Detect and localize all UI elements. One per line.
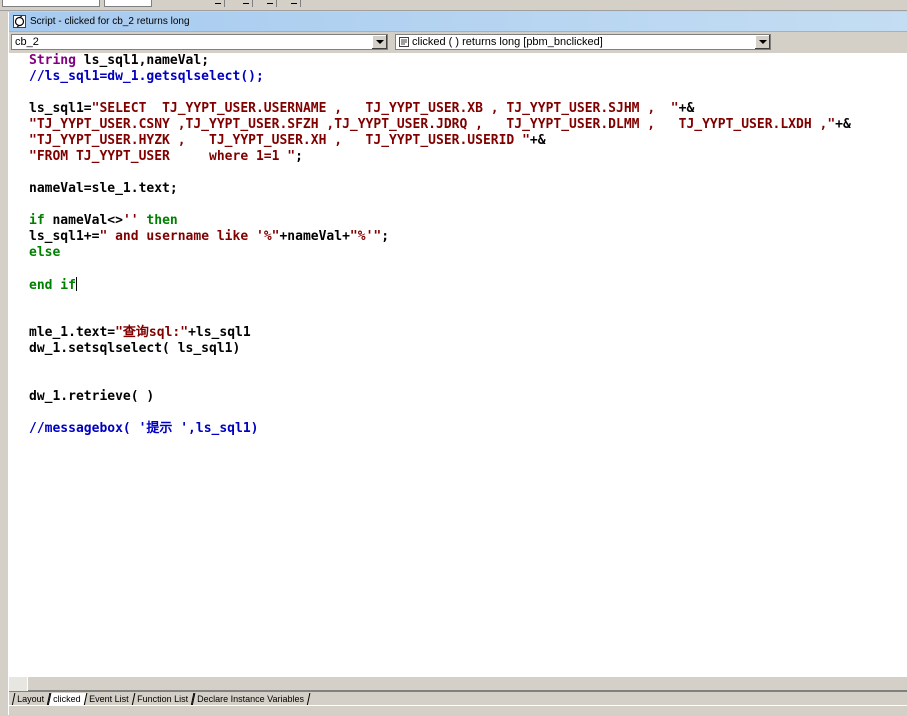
code-line[interactable]: end if: [29, 277, 851, 293]
code-line[interactable]: //ls_sql1=dw_1.getsqlselect();: [29, 69, 851, 85]
script-window: Script - clicked for cb_2 returns long c…: [8, 12, 907, 716]
code-token: //messagebox( '提示 ',ls_sql1): [29, 421, 259, 436]
code-line[interactable]: [29, 357, 851, 373]
code-line[interactable]: //messagebox( '提示 ',ls_sql1): [29, 421, 851, 437]
code-line[interactable]: "TJ_YYPT_USER.HYZK , TJ_YYPT_USER.XH , T…: [29, 133, 851, 149]
toolbar-button-2[interactable]: [240, 0, 253, 7]
scrollbar-thumb[interactable]: [27, 677, 907, 691]
event-icon: [399, 37, 409, 47]
code-token: ls_sql1+=: [29, 229, 100, 244]
code-token: "查询sql:": [115, 325, 189, 340]
code-token: end if: [29, 278, 76, 293]
code-token: "%'": [349, 229, 382, 244]
code-token: nameVal=sle_1.text;: [29, 181, 178, 196]
code-line[interactable]: [29, 405, 851, 421]
code-line[interactable]: [29, 309, 851, 325]
top-toolbar: [0, 0, 907, 11]
code-token: then: [146, 213, 178, 228]
code-token: "TJ_YYPT_USER.CSNY ,TJ_YYPT_USER.SFZH ,T…: [29, 117, 836, 132]
code-token: else: [29, 245, 61, 260]
script-tabs: Layout clicked Event List Function List Decl…: [9, 691, 907, 706]
code-token: if: [29, 213, 45, 228]
code-token: "TJ_YYPT_USER.HYZK , TJ_YYPT_USER.XH , T…: [29, 133, 530, 148]
code-token: ls_sql1=: [29, 101, 92, 116]
code-token: ;: [381, 229, 390, 244]
code-editor[interactable]: String ls_sql1,nameVal;//ls_sql1=dw_1.ge…: [9, 53, 907, 677]
code-line[interactable]: [29, 165, 851, 181]
tab-label: clicked: [53, 694, 81, 704]
code-token: '': [122, 213, 139, 228]
code-line[interactable]: [29, 293, 851, 309]
code-line[interactable]: [29, 85, 851, 101]
code-token: +&: [678, 101, 695, 116]
code-token: +&: [835, 117, 851, 132]
code-token: String: [29, 53, 76, 68]
toolbar-button-3[interactable]: [264, 0, 277, 7]
code-token: dw_1.setsqlselect( ls_sql1): [29, 341, 241, 356]
code-token: " and username like '%": [99, 229, 280, 244]
code-token: +ls_sql1: [188, 325, 251, 340]
code-line[interactable]: String ls_sql1,nameVal;: [29, 53, 851, 69]
status-bar: [9, 705, 907, 716]
code-line[interactable]: dw_1.retrieve( ): [29, 389, 851, 405]
code-line[interactable]: "TJ_YYPT_USER.CSNY ,TJ_YYPT_USER.SFZH ,T…: [29, 117, 851, 133]
code-line[interactable]: [29, 373, 851, 389]
object-selector[interactable]: cb_2: [11, 34, 388, 50]
object-selector-value: cb_2: [15, 36, 39, 48]
code-token: +&: [529, 133, 546, 148]
toolbar-button-4[interactable]: [288, 0, 301, 7]
event-selector-value: clicked ( ) returns long [pbm_bnclicked]: [412, 36, 603, 48]
code-line[interactable]: ls_sql1="SELECT TJ_YYPT_USER.USERNAME , …: [29, 101, 851, 117]
code-token: mle_1.text=: [29, 325, 116, 340]
code-line[interactable]: "FROM TJ_YYPT_USER where 1=1 ";: [29, 149, 851, 165]
code-text[interactable]: String ls_sql1,nameVal;//ls_sql1=dw_1.ge…: [29, 53, 851, 437]
code-token: //ls_sql1=dw_1.getsqlselect();: [29, 69, 264, 84]
code-token: +nameVal+: [279, 229, 350, 244]
toolbar-field-mid[interactable]: [104, 0, 152, 7]
code-token: "SELECT TJ_YYPT_USER.USERNAME , TJ_YYPT_…: [91, 101, 679, 116]
tab-label: Declare Instance Variables: [197, 694, 304, 704]
code-line[interactable]: [29, 197, 851, 213]
code-token: nameVal<>: [44, 213, 123, 228]
tab-label: Layout: [17, 694, 45, 704]
script-titlebar[interactable]: Script - clicked for cb_2 returns long: [9, 12, 907, 32]
tab-label: Function List: [137, 694, 189, 704]
tab-label: Event List: [89, 694, 129, 704]
event-selector[interactable]: clicked ( ) returns long [pbm_bnclicked]: [395, 34, 771, 50]
window-title: Script - clicked for cb_2 returns long: [30, 16, 190, 27]
code-line[interactable]: dw_1.setsqlselect( ls_sql1): [29, 341, 851, 357]
code-token: ls_sql1,nameVal;: [75, 53, 210, 68]
text-caret: [75, 277, 77, 291]
code-token: ;: [295, 149, 303, 164]
code-token: "FROM TJ_YYPT_USER where 1=1 ": [29, 149, 296, 164]
code-token: dw_1.retrieve( ): [29, 389, 155, 404]
toolbar-field-left[interactable]: [2, 0, 100, 7]
toolbar-button-1[interactable]: [212, 0, 225, 7]
code-line[interactable]: mle_1.text="查询sql:"+ls_sql1: [29, 325, 851, 341]
code-line[interactable]: if nameVal<>'' then: [29, 213, 851, 229]
code-line[interactable]: nameVal=sle_1.text;: [29, 181, 851, 197]
horizontal-scrollbar[interactable]: [9, 677, 907, 691]
code-line[interactable]: [29, 261, 851, 277]
code-line[interactable]: else: [29, 245, 851, 261]
script-icon: [13, 15, 26, 28]
chevron-down-icon[interactable]: [371, 35, 387, 49]
code-line[interactable]: ls_sql1+=" and username like '%"+nameVal…: [29, 229, 851, 245]
chevron-down-icon[interactable]: [754, 35, 770, 49]
